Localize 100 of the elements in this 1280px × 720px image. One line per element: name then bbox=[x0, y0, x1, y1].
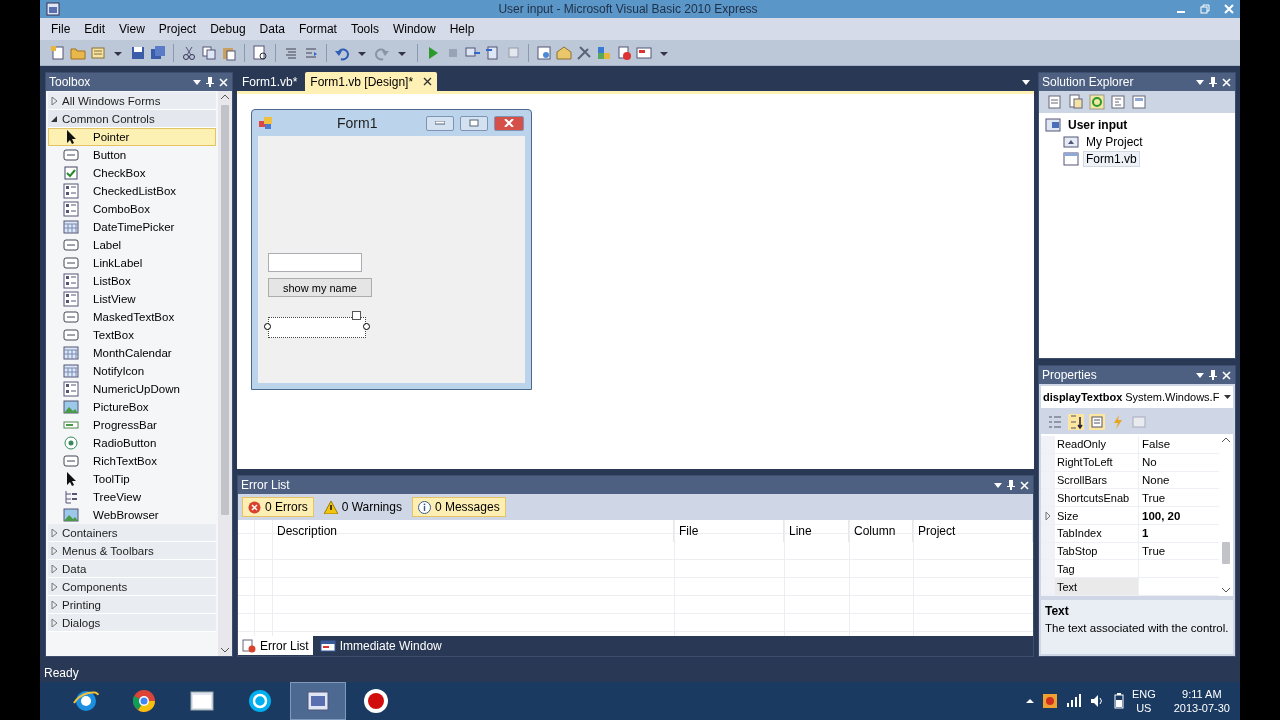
toolbox-item[interactable]: ToolTip bbox=[48, 470, 216, 488]
toolbox-item[interactable]: MonthCalendar bbox=[48, 344, 216, 362]
scrollbar[interactable] bbox=[218, 91, 232, 656]
toolbox-item[interactable]: ProgressBar bbox=[48, 416, 216, 434]
maximize-button[interactable] bbox=[460, 115, 488, 131]
scroll-down-icon[interactable] bbox=[1222, 587, 1230, 593]
control-icon[interactable] bbox=[63, 147, 79, 163]
minimize-icon[interactable] bbox=[435, 121, 445, 125]
column-header[interactable]: Column bbox=[849, 520, 913, 542]
region-indicator[interactable]: US bbox=[1136, 701, 1152, 715]
smart-tag-icon[interactable] bbox=[352, 311, 361, 320]
scroll-up-icon[interactable] bbox=[1222, 437, 1230, 443]
property-row[interactable]: ScrollBars None bbox=[1041, 471, 1219, 490]
calendar-icon[interactable] bbox=[63, 345, 79, 361]
dropdown-icon[interactable] bbox=[1196, 78, 1204, 86]
control-icon[interactable] bbox=[63, 453, 79, 469]
language-indicator[interactable]: ENG bbox=[1131, 687, 1156, 701]
text-field[interactable] bbox=[268, 253, 362, 272]
toolbox-group[interactable]: Common Controls bbox=[48, 110, 216, 128]
menu-item[interactable]: Window bbox=[385, 22, 443, 36]
clock-date[interactable]: 2013-07-30 bbox=[1173, 701, 1230, 715]
tools-icon[interactable] bbox=[576, 44, 592, 61]
toolbox-item[interactable]: TextBox bbox=[48, 326, 216, 344]
tree-item[interactable]: User input bbox=[1065, 116, 1131, 133]
scroll-down-icon[interactable] bbox=[221, 647, 229, 653]
toolbox-group[interactable]: Menus & Toolbars bbox=[48, 542, 216, 560]
project-icon[interactable] bbox=[1045, 116, 1061, 133]
resize-handle[interactable] bbox=[264, 323, 271, 330]
toolbox-item[interactable]: CheckBox bbox=[48, 164, 216, 182]
toolbox-group[interactable]: Dialogs bbox=[48, 614, 216, 632]
property-row[interactable]: ShortcutsEnab True bbox=[1041, 489, 1219, 508]
show-all-files-icon[interactable] bbox=[1068, 94, 1084, 110]
toolbox-item[interactable]: ListView bbox=[48, 290, 216, 308]
menu-item[interactable]: Help bbox=[442, 22, 482, 36]
toolbox-group[interactable]: Data bbox=[48, 560, 216, 578]
filter-button[interactable]: 0 Warnings bbox=[317, 497, 408, 517]
close-button[interactable] bbox=[494, 115, 524, 131]
toolbox-group[interactable]: Containers bbox=[48, 524, 216, 542]
dropdown-icon[interactable] bbox=[1196, 371, 1204, 379]
menu-item[interactable]: Data bbox=[252, 22, 292, 36]
menu-item[interactable]: Tools bbox=[343, 22, 386, 36]
toolbox-item[interactable]: PictureBox bbox=[48, 398, 216, 416]
expand-arrow-icon[interactable] bbox=[1045, 511, 1051, 520]
control-icon[interactable] bbox=[63, 309, 79, 325]
property-row[interactable]: RightToLeft No bbox=[1041, 453, 1219, 472]
menu-item[interactable]: View bbox=[112, 22, 152, 36]
collapse-arrow-icon[interactable] bbox=[51, 114, 58, 123]
document-tab[interactable]: Form1.vb* bbox=[237, 72, 303, 91]
text-field[interactable] bbox=[268, 317, 366, 338]
error-icon[interactable] bbox=[248, 500, 261, 514]
window-icon[interactable] bbox=[319, 639, 336, 652]
picture-icon[interactable] bbox=[63, 399, 79, 415]
scroll-up-icon[interactable] bbox=[221, 94, 229, 100]
property-row[interactable]: Tag bbox=[1041, 560, 1219, 579]
show-hidden-icons-icon[interactable] bbox=[1025, 698, 1034, 704]
object-selector[interactable]: displayTextbox System.Windows.F bbox=[1041, 386, 1233, 408]
panel-tab[interactable]: Immediate Window bbox=[315, 636, 446, 655]
security-icon[interactable] bbox=[1041, 693, 1058, 709]
toolbox-item[interactable]: DateTimePicker bbox=[48, 218, 216, 236]
dropdown-icon[interactable] bbox=[193, 78, 201, 86]
property-row[interactable]: ReadOnly False bbox=[1041, 436, 1219, 454]
document-icon[interactable] bbox=[536, 44, 552, 61]
control-icon[interactable] bbox=[63, 327, 79, 343]
properties-icon[interactable] bbox=[1047, 94, 1063, 110]
save-icon[interactable] bbox=[130, 44, 146, 61]
toolbox-item[interactable]: WebBrowser bbox=[48, 506, 216, 524]
scroll-thumb[interactable] bbox=[221, 105, 229, 515]
pin-icon[interactable] bbox=[1209, 77, 1217, 87]
resize-handle[interactable] bbox=[363, 323, 370, 330]
toolbox-item[interactable]: Button bbox=[48, 146, 216, 164]
dropdown-icon[interactable] bbox=[1224, 394, 1231, 400]
app-icon[interactable] bbox=[46, 2, 60, 16]
restore-icon[interactable] bbox=[1200, 4, 1210, 14]
find-icon[interactable] bbox=[252, 44, 268, 61]
list-icon[interactable] bbox=[63, 183, 79, 199]
show-name-button[interactable]: show my name bbox=[268, 278, 372, 297]
property-row[interactable]: Size 100, 20 bbox=[1041, 507, 1219, 525]
menu-item[interactable]: Project bbox=[151, 22, 204, 36]
properties-icon[interactable] bbox=[1089, 414, 1105, 430]
toolbox-item[interactable]: NumericUpDown bbox=[48, 380, 216, 398]
pin-icon[interactable] bbox=[1007, 480, 1015, 490]
toolbox-group[interactable]: Printing bbox=[48, 596, 216, 614]
close-icon[interactable] bbox=[423, 77, 433, 86]
filter-button[interactable]: 0 Messages bbox=[411, 497, 506, 517]
pin-icon[interactable] bbox=[1209, 370, 1217, 380]
radio-icon[interactable] bbox=[63, 435, 79, 451]
toolbox-item[interactable]: TreeView bbox=[48, 488, 216, 506]
view-code-icon[interactable] bbox=[1110, 94, 1126, 110]
toolbox-item[interactable]: RadioButton bbox=[48, 434, 216, 452]
expand-arrow-icon[interactable] bbox=[51, 96, 58, 105]
control-icon[interactable] bbox=[63, 237, 79, 253]
menu-item[interactable]: Edit bbox=[77, 22, 113, 36]
toolbox-item[interactable]: RichTextBox bbox=[48, 452, 216, 470]
info-icon[interactable] bbox=[417, 500, 431, 514]
toolbox-item[interactable]: ListBox bbox=[48, 272, 216, 290]
list-icon[interactable] bbox=[63, 291, 79, 307]
scroll-thumb[interactable] bbox=[1222, 542, 1230, 564]
toolbox-item[interactable]: LinkLabel bbox=[48, 254, 216, 272]
checkbox-icon[interactable] bbox=[63, 165, 79, 181]
dropdown-icon[interactable] bbox=[1022, 77, 1030, 86]
